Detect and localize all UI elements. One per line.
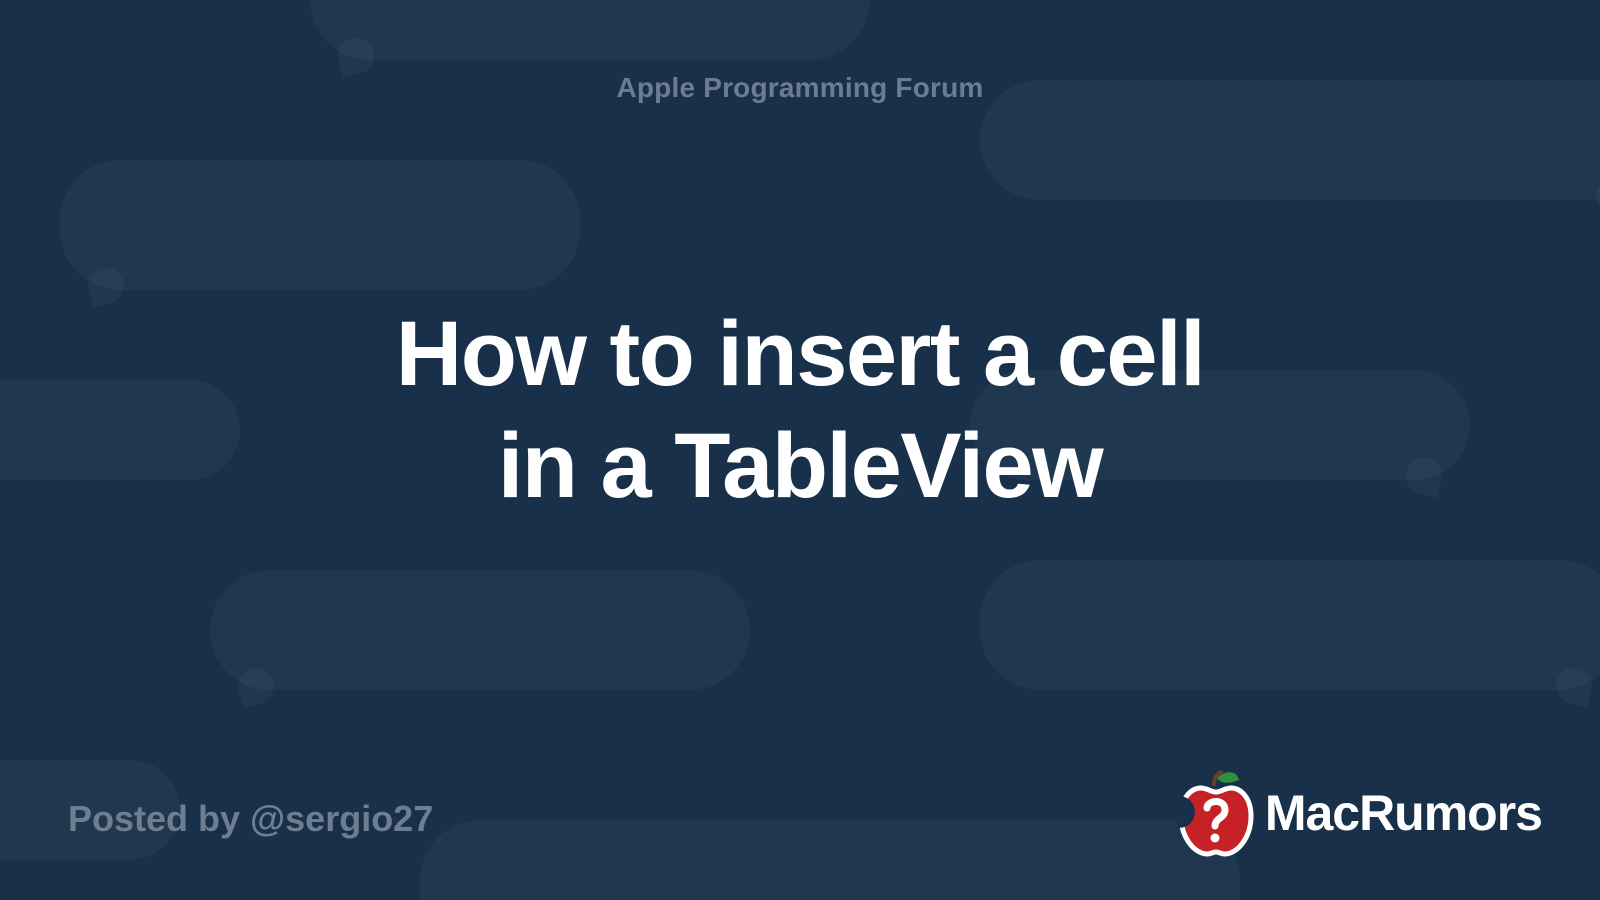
- posted-by-line: Posted by @sergio27: [68, 798, 433, 840]
- author-handle: @sergio27: [250, 798, 433, 839]
- forum-category-label: Apple Programming Forum: [616, 72, 983, 104]
- posted-by-prefix: Posted by: [68, 798, 250, 839]
- post-title: How to insert a cell in a TableView: [396, 298, 1204, 522]
- apple-question-icon: [1177, 768, 1255, 858]
- site-logo-text: MacRumors: [1265, 784, 1542, 842]
- site-logo: MacRumors: [1177, 768, 1542, 858]
- card-content: Apple Programming Forum How to insert a …: [0, 0, 1600, 900]
